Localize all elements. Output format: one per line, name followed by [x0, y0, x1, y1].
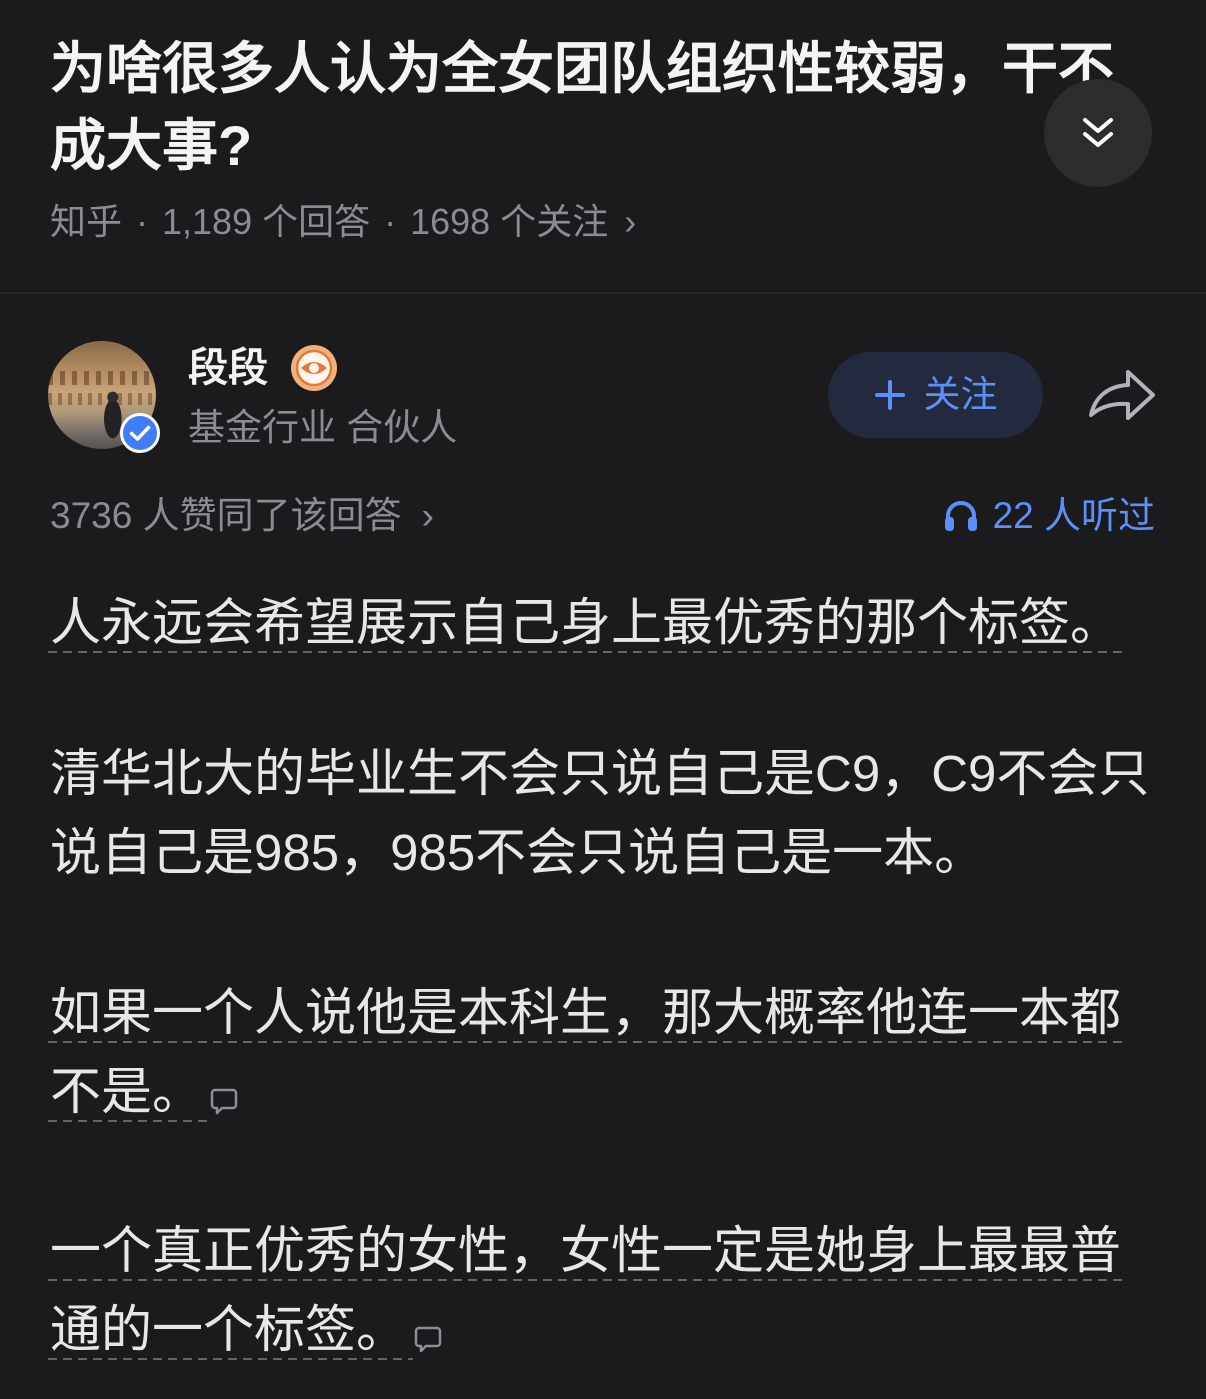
highlighted-text[interactable]: 人永远会希望展示自己身上最优秀的那个标签。: [47, 583, 1128, 662]
share-arrow-icon: [1089, 370, 1155, 420]
paragraph-line: 说自己是985，985不会只说自己是一本。: [50, 813, 1149, 892]
author-name: 段段: [188, 346, 268, 390]
highlighted-text[interactable]: 不是。: [47, 1052, 210, 1131]
listener-count: 22 人听过: [992, 495, 1155, 536]
upvotes-link[interactable]: 3736 人赞同了该回答 ›: [50, 494, 434, 538]
question-title[interactable]: 为啥很多人认为全女团队组织性较弱，干不 成大事?: [50, 30, 1114, 184]
double-chevron-down-icon: [1083, 118, 1113, 147]
section-divider: [0, 292, 1206, 294]
paragraph-line: 通的一个标签。: [47, 1290, 1121, 1369]
paragraph: 一个真正优秀的女性，女性一定是她身上最最普 通的一个标签。: [47, 1211, 1128, 1369]
share-button[interactable]: [1086, 366, 1158, 424]
source-label: 知乎: [50, 201, 123, 242]
highlighted-text[interactable]: 一个真正优秀的女性，女性一定是她身上最最普: [47, 1211, 1128, 1290]
paragraph-line: 清华北大的毕业生不会只说自己是C9，C9不会只: [50, 734, 1149, 813]
paragraph-line: 不是。: [47, 1052, 1121, 1131]
upvote-count: 3736 人赞同了该回答: [50, 495, 402, 536]
follower-count: 1698 个关注: [410, 201, 609, 242]
paragraph: 清华北大的毕业生不会只说自己是C9，C9不会只 说自己是985，985不会只说自…: [50, 734, 1149, 892]
paragraph-line: 如果一个人说他是本科生，那大概率他连一本都: [47, 973, 1128, 1052]
meta-separator: ·: [136, 201, 149, 242]
paragraph-line: 人永远会希望展示自己身上最优秀的那个标签。: [47, 583, 1128, 662]
follow-button[interactable]: 关注: [828, 352, 1043, 438]
eye-badge-icon: [291, 345, 337, 391]
comment-icon[interactable]: [209, 1086, 239, 1116]
author-name-row[interactable]: 段段: [188, 343, 338, 393]
highlighted-text[interactable]: 通的一个标签。: [47, 1290, 414, 1369]
paragraph: 人永远会希望展示自己身上最优秀的那个标签。: [47, 583, 1128, 662]
paragraph-line: 一个真正优秀的女性，女性一定是她身上最最普: [47, 1211, 1128, 1290]
question-title-line: 为啥很多人认为全女团队组织性较弱，干不: [50, 37, 1114, 100]
follow-label: 关注: [923, 374, 998, 415]
paragraph-text: 说自己是985，985不会只说自己是一本。: [50, 824, 986, 881]
question-title-line: 成大事?: [50, 114, 253, 177]
meta-separator: ·: [384, 201, 397, 242]
collapse-button[interactable]: [1044, 79, 1152, 187]
headphones-icon: [944, 501, 977, 531]
author-headline: 基金行业 合伙人: [188, 407, 458, 448]
answer-count: 1,189 个回答: [162, 201, 371, 242]
chevron-right-icon: ›: [624, 201, 637, 242]
chevron-right-icon: ›: [421, 495, 434, 536]
plus-icon: [874, 380, 905, 410]
paragraph: 如果一个人说他是本科生，那大概率他连一本都 不是。: [47, 973, 1128, 1131]
comment-icon[interactable]: [413, 1324, 443, 1354]
question-meta-link[interactable]: 知乎 · 1,189 个回答 · 1698 个关注 ›: [50, 200, 636, 244]
listen-button[interactable]: 22 人听过: [943, 494, 1155, 538]
verified-check-icon: [120, 413, 160, 453]
highlighted-text[interactable]: 如果一个人说他是本科生，那大概率他连一本都: [47, 973, 1128, 1052]
paragraph-text: 清华北大的毕业生不会只说自己是C9，C9不会只: [50, 745, 1150, 802]
